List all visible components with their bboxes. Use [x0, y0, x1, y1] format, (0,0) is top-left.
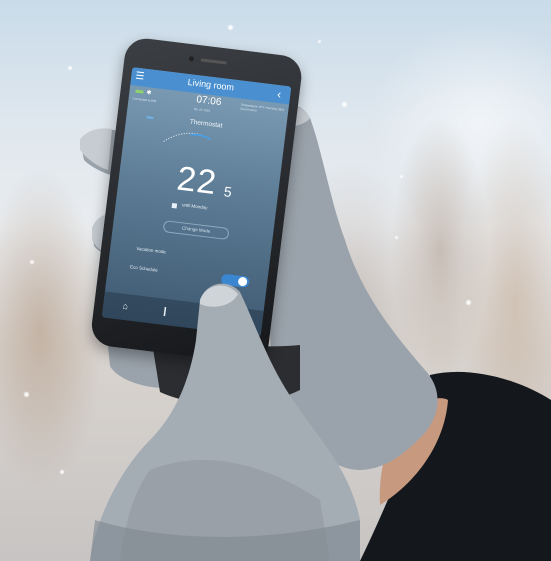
photo-scene: ☰ Living room ‹ ✱ Connected to Wifi 07:0…: [0, 0, 551, 561]
front-glove-illustration: [90, 283, 360, 561]
